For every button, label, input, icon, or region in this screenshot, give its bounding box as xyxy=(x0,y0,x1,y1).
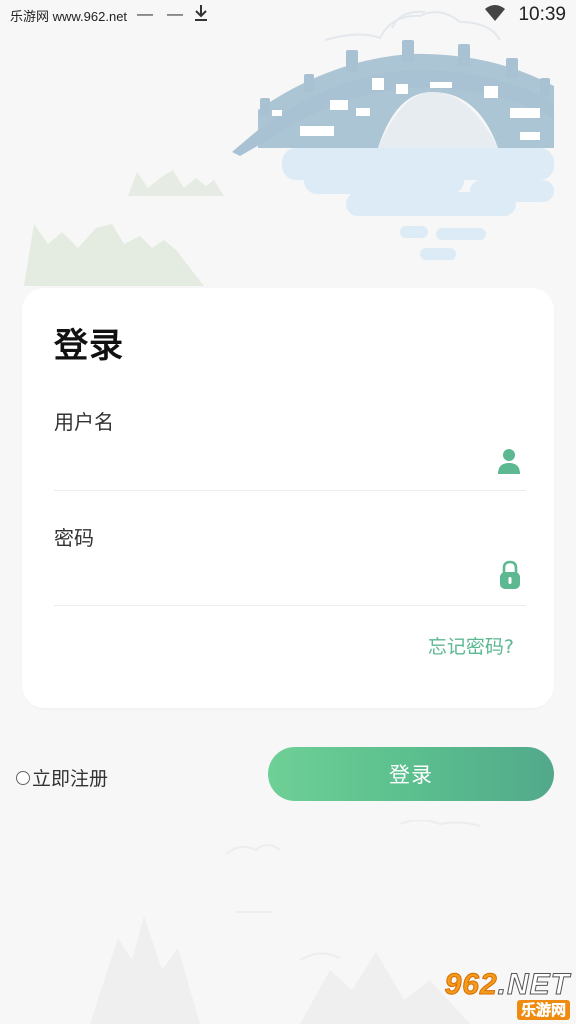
bridge-scene-illustration xyxy=(24,10,554,286)
watermark-number: 962 xyxy=(444,968,498,1001)
download-icon xyxy=(193,4,209,26)
notification-dash-1: — xyxy=(137,6,154,23)
watermark-suffix: .NET xyxy=(497,968,570,1001)
status-time: 10:39 xyxy=(518,4,566,25)
status-site-text: 乐游网 www.962.net xyxy=(10,8,128,24)
notification-dash-2: — xyxy=(167,6,184,23)
status-bar: 乐游网 www.962.net — — 10:39 xyxy=(0,0,576,30)
register-radio[interactable] xyxy=(16,770,30,785)
username-input[interactable] xyxy=(54,446,478,484)
username-underline xyxy=(54,490,526,491)
password-input[interactable] xyxy=(54,560,478,598)
mountains-near xyxy=(24,224,204,286)
lock-icon xyxy=(497,560,523,590)
username-label: 用户名 xyxy=(54,410,114,434)
forgot-password-link[interactable]: 忘记密码? xyxy=(428,632,514,659)
mountains-far xyxy=(128,170,224,196)
person-icon xyxy=(496,446,522,476)
wifi-icon xyxy=(484,4,506,26)
watermark-logo: 962.NET 乐游网 xyxy=(444,968,570,1020)
watermark-site: 962.NET xyxy=(444,968,570,1001)
password-underline xyxy=(54,605,526,606)
register-label: 立即注册 xyxy=(32,768,109,790)
watermark-name: 乐游网 xyxy=(516,1000,570,1020)
login-screen: 乐游网 www.962.net — — 10:39 登录 用户名 密码 忘记密码… xyxy=(0,0,576,1024)
login-title: 登录 xyxy=(54,326,124,366)
status-notifications: — — xyxy=(137,6,183,24)
login-button[interactable]: 登录 xyxy=(268,747,554,801)
status-right: 10:39 xyxy=(484,4,566,26)
login-card: 登录 用户名 密码 忘记密码? xyxy=(22,288,554,708)
water xyxy=(282,136,554,260)
status-left: 乐游网 www.962.net — — xyxy=(10,4,209,26)
register-option[interactable]: 立即注册 xyxy=(16,764,108,791)
password-label: 密码 xyxy=(54,526,94,550)
